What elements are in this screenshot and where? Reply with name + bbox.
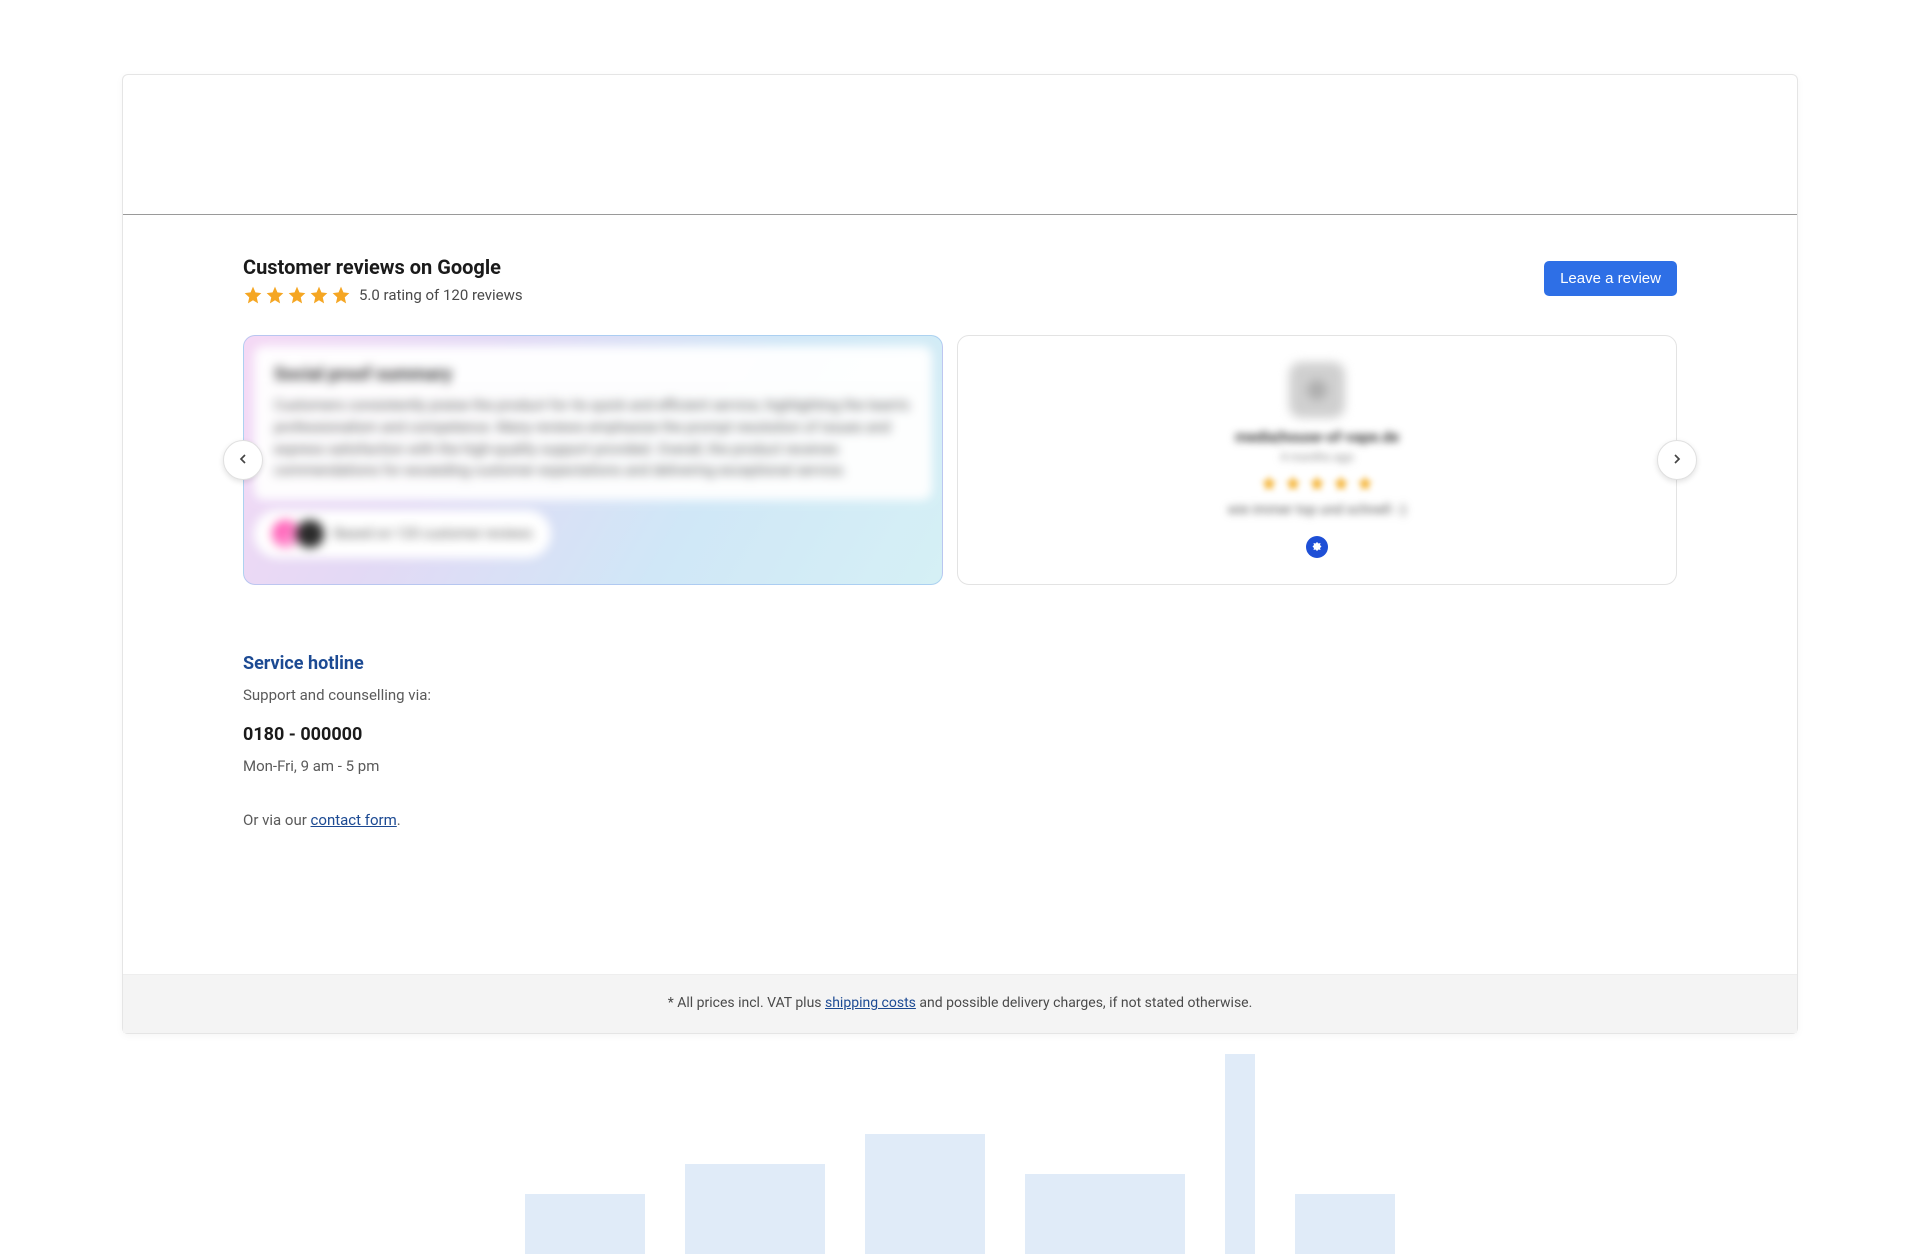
review-slide[interactable]: media|house-of-vape.de 4 months ago wie … — [957, 335, 1677, 585]
star-icon — [1356, 474, 1374, 492]
star-icon — [309, 285, 329, 305]
star-icon — [287, 285, 307, 305]
footer-prices-suffix: and possible delivery charges, if not st… — [916, 995, 1252, 1011]
reviewer-name: media|house-of-vape.de — [1235, 428, 1399, 446]
summary-slide[interactable]: Social proof summary Customers consisten… — [243, 335, 943, 585]
card-top-empty-area — [123, 75, 1797, 215]
hotline-title: Service hotline — [243, 653, 1677, 674]
summary-badge-text: Based on 120 customer reviews — [334, 526, 533, 542]
hotline-subtitle: Support and counselling via: — [243, 686, 1677, 704]
hotline-section: Service hotline Support and counselling … — [123, 609, 1797, 859]
chevron-left-icon — [235, 451, 251, 470]
hotline-number: 0180 - 000000 — [243, 724, 1677, 745]
carousel-next-button[interactable] — [1657, 440, 1697, 480]
footer-strip: * All prices incl. VAT plus shipping cos… — [123, 974, 1797, 1033]
star-icon — [331, 285, 351, 305]
chevron-right-icon — [1669, 451, 1685, 470]
contact-form-link[interactable]: contact form — [311, 811, 397, 829]
summary-card: Social proof summary Customers consisten… — [254, 346, 932, 500]
carousel: Social proof summary Customers consisten… — [243, 335, 1677, 585]
review-time: 4 months ago — [1280, 450, 1354, 464]
star-icon — [265, 285, 285, 305]
review-text: wie immer top und schnell :-) — [1228, 502, 1407, 518]
reviews-header: Customer reviews on Google 5.0 rating of… — [243, 255, 1677, 305]
carousel-wrapper: Social proof summary Customers consisten… — [243, 335, 1677, 585]
rating-row: 5.0 rating of 120 reviews — [243, 285, 523, 305]
rating-stars — [243, 285, 351, 305]
hotline-contact-line: Or via our contact form. — [243, 811, 1677, 829]
shipping-costs-link[interactable]: shipping costs — [825, 995, 916, 1011]
star-icon — [1308, 474, 1326, 492]
carousel-prev-button[interactable] — [223, 440, 263, 480]
summary-text: Customers consistently praise the produc… — [274, 395, 912, 482]
rating-text: 5.0 rating of 120 reviews — [359, 286, 523, 304]
summary-badge: Based on 120 customer reviews — [254, 510, 551, 558]
leave-review-button[interactable]: Leave a review — [1544, 261, 1677, 296]
star-icon — [1260, 474, 1278, 492]
avatar-icon — [296, 520, 324, 548]
review-stars — [1260, 474, 1374, 492]
main-card: Customer reviews on Google 5.0 rating of… — [122, 74, 1798, 1034]
star-icon — [243, 285, 263, 305]
reviews-heading: Customer reviews on Google — [243, 255, 523, 279]
reviews-section: Customer reviews on Google 5.0 rating of… — [123, 215, 1797, 609]
reviewer-avatar — [1289, 362, 1345, 418]
verified-badge-icon — [1306, 536, 1328, 558]
star-icon — [1332, 474, 1350, 492]
footer-prices-prefix: * All prices incl. VAT plus — [668, 995, 825, 1011]
contact-prefix: Or via our — [243, 811, 311, 829]
hotline-hours: Mon-Fri, 9 am - 5 pm — [243, 757, 1677, 775]
summary-title: Social proof summary — [274, 364, 912, 385]
contact-suffix: . — [397, 811, 401, 829]
star-icon — [1284, 474, 1302, 492]
